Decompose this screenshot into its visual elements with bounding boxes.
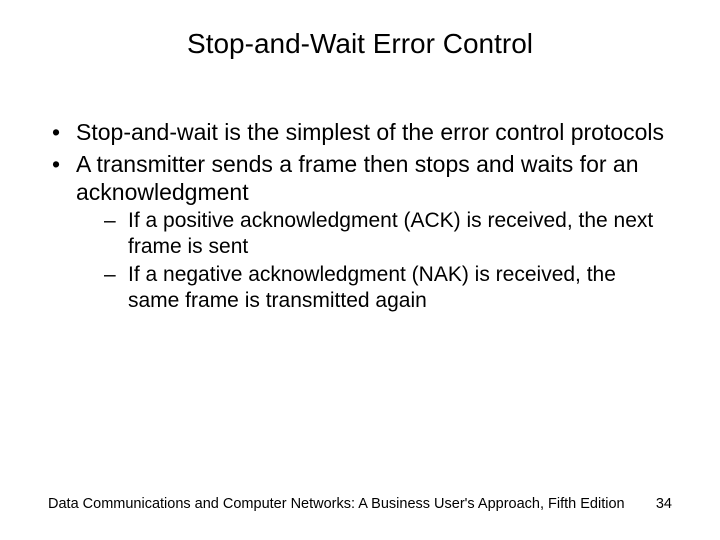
footer-source: Data Communications and Computer Network… bbox=[48, 496, 625, 512]
slide: Stop-and-Wait Error Control Stop-and-wai… bbox=[0, 0, 720, 540]
footer-page-number: 34 bbox=[656, 496, 672, 512]
bullet-list: Stop-and-wait is the simplest of the err… bbox=[48, 118, 672, 314]
sub-bullet-item: If a positive acknowledgment (ACK) is re… bbox=[76, 208, 672, 260]
sub-bullet-text: If a positive acknowledgment (ACK) is re… bbox=[128, 209, 653, 258]
sub-bullet-item: If a negative acknowledgment (NAK) is re… bbox=[76, 262, 672, 314]
bullet-text: A transmitter sends a frame then stops a… bbox=[76, 151, 639, 205]
bullet-item: Stop-and-wait is the simplest of the err… bbox=[48, 118, 672, 146]
slide-title: Stop-and-Wait Error Control bbox=[0, 28, 720, 60]
bullet-text: Stop-and-wait is the simplest of the err… bbox=[76, 119, 664, 145]
slide-footer: Data Communications and Computer Network… bbox=[48, 496, 672, 512]
sub-bullet-text: If a negative acknowledgment (NAK) is re… bbox=[128, 263, 616, 312]
sub-bullet-list: If a positive acknowledgment (ACK) is re… bbox=[76, 208, 672, 314]
slide-body: Stop-and-wait is the simplest of the err… bbox=[48, 118, 672, 318]
bullet-item: A transmitter sends a frame then stops a… bbox=[48, 150, 672, 314]
